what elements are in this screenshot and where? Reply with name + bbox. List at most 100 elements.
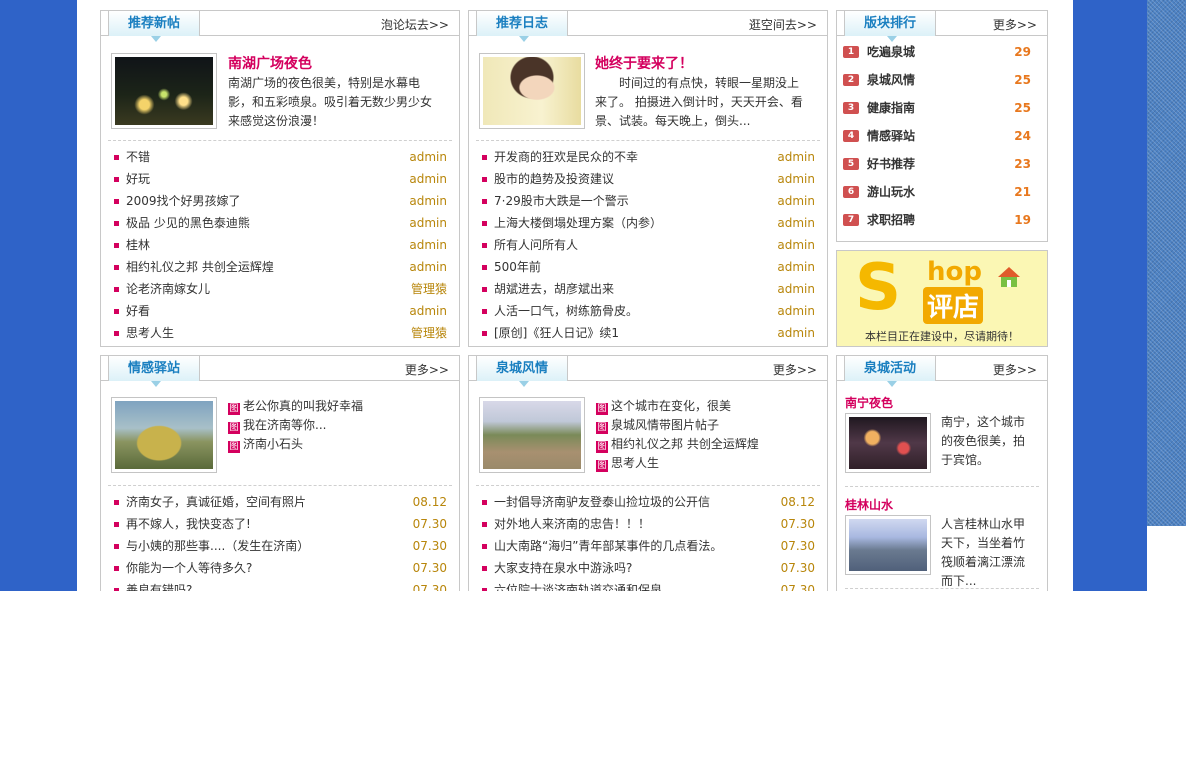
item-title[interactable]: 与小姨的那些事....（发生在济南）	[126, 539, 309, 553]
list-item[interactable]: 2009找个好男孩嫁了 admin	[101, 190, 459, 212]
item-author[interactable]: admin	[777, 322, 815, 344]
featured-blog-image[interactable]	[479, 53, 585, 129]
item-author[interactable]: admin	[409, 168, 447, 190]
item-author[interactable]: admin	[777, 278, 815, 300]
item-title[interactable]: 再不嫁人，我快变态了!	[126, 517, 251, 531]
activity-title[interactable]: 桂林山水	[845, 496, 893, 513]
item-author[interactable]: admin	[409, 146, 447, 168]
list-item[interactable]: 山大南路“海归”青年部某事件的几点看法。 07.30	[469, 535, 827, 557]
pic-link-title[interactable]: 泉城风情带图片帖子	[611, 418, 719, 432]
item-author[interactable]: admin	[777, 300, 815, 322]
item-author[interactable]: 管理猿	[411, 322, 447, 344]
board-name[interactable]: 游山玩水	[867, 185, 915, 199]
item-title[interactable]: 上海大楼倒塌处理方案（内参）	[494, 216, 662, 230]
item-author[interactable]: admin	[777, 234, 815, 256]
board-name[interactable]: 好书推荐	[867, 157, 915, 171]
list-item[interactable]: 相约礼仪之邦 共创全运辉煌 admin	[101, 256, 459, 278]
list-item[interactable]: 好玩 admin	[101, 168, 459, 190]
list-item[interactable]: 开发商的狂欢是民众的不幸 admin	[469, 146, 827, 168]
item-title[interactable]: 7·29股市大跌是一个警示	[494, 194, 629, 208]
list-item[interactable]: 好看 admin	[101, 300, 459, 322]
item-title[interactable]: 好玩	[126, 172, 150, 186]
item-title[interactable]: 好看	[126, 304, 150, 318]
pic-link-item[interactable]: 图这个城市在变化，很美	[596, 397, 759, 416]
more-link[interactable]: 更多>>	[993, 16, 1037, 33]
list-item[interactable]: 股市的趋势及投资建议 admin	[469, 168, 827, 190]
activity-image[interactable]	[845, 413, 931, 473]
item-title[interactable]: 济南女子，真诚征婚，空间有照片	[126, 495, 306, 509]
list-item[interactable]: 500年前 admin	[469, 256, 827, 278]
list-item[interactable]: 胡斌进去，胡彦斌出来 admin	[469, 278, 827, 300]
list-item[interactable]: 济南女子，真诚征婚，空间有照片 08.12	[101, 491, 459, 513]
pic-link-item[interactable]: 图老公你真的叫我好幸福	[228, 397, 363, 416]
list-item[interactable]: 上海大楼倒塌处理方案（内参） admin	[469, 212, 827, 234]
item-title[interactable]: 股市的趋势及投资建议	[494, 172, 614, 186]
item-title[interactable]: 不错	[126, 150, 150, 164]
pic-link-item[interactable]: 图济南小石头	[228, 435, 363, 454]
item-title[interactable]: 大家支持在泉水中游泳吗?	[494, 561, 632, 575]
list-item[interactable]: 对外地人来济南的忠告！！！ 07.30	[469, 513, 827, 535]
activity-title[interactable]: 南宁夜色	[845, 394, 893, 411]
item-title[interactable]: 胡斌进去，胡彦斌出来	[494, 282, 614, 296]
pic-link-item[interactable]: 图我在济南等你...	[228, 416, 363, 435]
pic-link-title[interactable]: 老公你真的叫我好幸福	[243, 399, 363, 413]
item-author[interactable]: admin	[777, 212, 815, 234]
board-name[interactable]: 健康指南	[867, 101, 915, 115]
pic-link-title[interactable]: 我在济南等你...	[243, 418, 326, 432]
item-title[interactable]: 500年前	[494, 260, 541, 274]
go-space-link[interactable]: 逛空间去>>	[749, 16, 817, 33]
featured-post-image[interactable]	[111, 53, 217, 129]
list-item[interactable]: 再不嫁人，我快变态了! 07.30	[101, 513, 459, 535]
item-title[interactable]: 人活一口气，树练筋骨皮。	[494, 304, 638, 318]
go-forum-link[interactable]: 泡论坛去>>	[381, 16, 449, 33]
list-item[interactable]: 不错 admin	[101, 146, 459, 168]
list-item[interactable]: 与小姨的那些事....（发生在济南） 07.30	[101, 535, 459, 557]
item-author[interactable]: admin	[777, 146, 815, 168]
item-author[interactable]: admin	[409, 300, 447, 322]
item-title[interactable]: 2009找个好男孩嫁了	[126, 194, 241, 208]
item-author[interactable]: admin	[409, 212, 447, 234]
pic-link-item[interactable]: 图思考人生	[596, 454, 759, 473]
item-title[interactable]: 对外地人来济南的忠告！！！	[494, 517, 650, 531]
list-item[interactable]: 一封倡导济南驴友登泰山捡垃圾的公开信 08.12	[469, 491, 827, 513]
list-item[interactable]: [原创]《狂人日记》续1 admin	[469, 322, 827, 344]
ranking-item[interactable]: 6 游山玩水 21	[837, 178, 1047, 206]
list-item[interactable]: 大家支持在泉水中游泳吗? 07.30	[469, 557, 827, 579]
more-link[interactable]: 更多>>	[773, 361, 817, 378]
ranking-item[interactable]: 4 情感驿站 24	[837, 122, 1047, 150]
item-author[interactable]: admin	[777, 256, 815, 278]
board-name[interactable]: 求职招聘	[867, 213, 915, 227]
list-item[interactable]: 桂林 admin	[101, 234, 459, 256]
item-title[interactable]: 极品 少见的黑色泰迪熊	[126, 216, 250, 230]
ranking-item[interactable]: 1 吃遍泉城 29	[837, 38, 1047, 66]
pic-link-title[interactable]: 相约礼仪之邦 共创全运辉煌	[611, 437, 759, 451]
pic-link-item[interactable]: 图相约礼仪之邦 共创全运辉煌	[596, 435, 759, 454]
item-title[interactable]: [原创]《狂人日记》续1	[494, 326, 619, 340]
item-title[interactable]: 你能为一个人等待多久?	[126, 561, 252, 575]
item-author[interactable]: admin	[777, 190, 815, 212]
list-item[interactable]: 论老济南嫁女儿 管理猿	[101, 278, 459, 300]
item-title[interactable]: 所有人问所有人	[494, 238, 578, 252]
list-item[interactable]: 人活一口气，树练筋骨皮。 admin	[469, 300, 827, 322]
item-title[interactable]: 思考人生	[126, 326, 174, 340]
list-item[interactable]: 善良有错吗? 07.30	[101, 579, 459, 591]
more-link[interactable]: 更多>>	[993, 361, 1037, 378]
pic-link-title[interactable]: 思考人生	[611, 456, 659, 470]
ranking-item[interactable]: 2 泉城风情 25	[837, 66, 1047, 94]
board-name[interactable]: 情感驿站	[867, 129, 915, 143]
item-title[interactable]: 桂林	[126, 238, 150, 252]
item-title[interactable]: 一封倡导济南驴友登泰山捡垃圾的公开信	[494, 495, 710, 509]
item-author[interactable]: 管理猿	[411, 278, 447, 300]
featured-post-title[interactable]: 南湖广场夜色	[228, 53, 312, 73]
pic-link-item[interactable]: 图泉城风情带图片帖子	[596, 416, 759, 435]
list-item[interactable]: 思考人生 管理猿	[101, 322, 459, 344]
ranking-item[interactable]: 3 健康指南 25	[837, 94, 1047, 122]
item-title[interactable]: 开发商的狂欢是民众的不幸	[494, 150, 638, 164]
emotion-feature-image[interactable]	[111, 397, 217, 473]
item-author[interactable]: admin	[409, 256, 447, 278]
pic-link-title[interactable]: 济南小石头	[243, 437, 303, 451]
item-title[interactable]: 论老济南嫁女儿	[126, 282, 210, 296]
shop-review-banner[interactable]: S hop 评店 本栏目正在建设中，尽请期待！	[836, 250, 1048, 347]
more-link[interactable]: 更多>>	[405, 361, 449, 378]
list-item[interactable]: 六位院士谈济南轨道交通和保泉 07.30	[469, 579, 827, 591]
